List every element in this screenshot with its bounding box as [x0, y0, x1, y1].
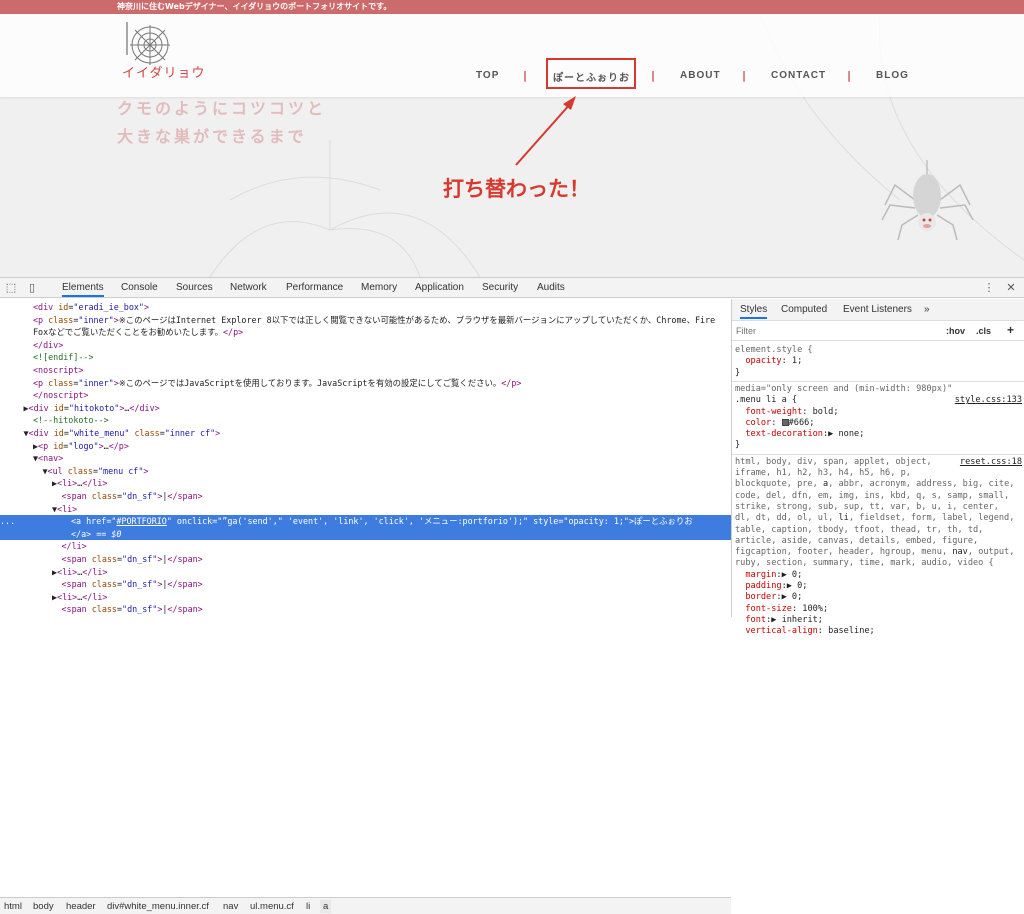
style-line[interactable]: color: #666; — [732, 418, 1024, 429]
style-line[interactable]: padding:▶ 0; — [732, 581, 1024, 592]
style-line[interactable]: figcaption, footer, header, hgroup, menu… — [732, 547, 1024, 558]
rule-separator — [732, 380, 1024, 382]
dom-node[interactable]: ▼<div id="white_menu" class="inner cf"> — [0, 427, 731, 440]
dom-node[interactable]: <span class="dn_sf">|</span> — [0, 578, 731, 591]
more-options-icon[interactable]: ⋮ — [982, 281, 996, 295]
tab-application[interactable]: Application — [415, 282, 464, 293]
dom-node[interactable]: <!--hitokoto--> — [0, 414, 731, 427]
style-line[interactable]: .menu li a {style.css:133 — [732, 395, 1024, 406]
breadcrumb: html body header div#white_menu.inner.cf nav… — [0, 897, 731, 914]
style-line[interactable]: media="only screen and (min-width: 980px… — [732, 384, 1024, 395]
breadcrumb-item[interactable]: html — [4, 901, 22, 912]
add-rule-icon[interactable]: + — [1007, 323, 1014, 337]
tab-audits[interactable]: Audits — [537, 282, 565, 293]
style-line[interactable]: html, body, div, span, applet, object, re… — [732, 457, 1024, 468]
styles-filter-input[interactable] — [736, 324, 936, 338]
dom-node[interactable]: ▼<li> — [0, 503, 731, 516]
styles-pane: Styles Computed Event Listeners » :hov .… — [732, 299, 1024, 637]
dom-node-selected[interactable]: <a href="#PORTFORIO" onclick="”ga('send'… — [0, 515, 731, 528]
style-line[interactable]: code, del, dfn, em, img, ins, kbd, q, s,… — [732, 491, 1024, 502]
close-icon[interactable]: ✕ — [1004, 281, 1018, 295]
devtools-panel: ⬚ ▯ Elements Console Sources Network Per… — [0, 277, 1024, 914]
style-line[interactable]: opacity: 1; — [732, 356, 1024, 367]
dom-node[interactable]: <div id="eradi_ie_box"> — [0, 301, 731, 314]
dom-node[interactable]: <span class="dn_sf">|</span> — [0, 490, 731, 503]
breadcrumb-item[interactable]: a — [320, 900, 332, 913]
rule-separator — [732, 453, 1024, 455]
style-line[interactable]: font-weight: bold; — [732, 407, 1024, 418]
style-line[interactable]: margin:▶ 0; — [732, 570, 1024, 581]
breadcrumb-item[interactable]: li — [306, 901, 310, 912]
tab-computed[interactable]: Computed — [781, 304, 827, 315]
tab-security[interactable]: Security — [482, 282, 518, 293]
dom-node[interactable]: <noscript> — [0, 364, 731, 377]
tab-event-listeners[interactable]: Event Listeners — [843, 304, 912, 315]
tab-sources[interactable]: Sources — [176, 282, 213, 293]
annotation-arrow-icon — [515, 96, 576, 166]
breadcrumb-item[interactable]: div#white_menu.inner.cf — [107, 901, 209, 912]
dom-node[interactable]: <![endif]--> — [0, 351, 731, 364]
style-line[interactable]: vertical-align: baseline; — [732, 626, 1024, 637]
dom-node-selected[interactable]: </a> == $0 — [0, 527, 731, 541]
dom-node[interactable]: ▼<nav> — [0, 452, 731, 465]
style-line[interactable]: dl, dt, dd, ol, ul, li, fieldset, form, … — [732, 513, 1024, 524]
styles-tabs: Styles Computed Event Listeners » — [732, 299, 1024, 321]
style-line[interactable]: } — [732, 368, 1024, 379]
style-line[interactable]: blockquote, pre, a, abbr, acronym, addre… — [732, 479, 1024, 490]
filter-row: :hov .cls + — [732, 321, 1024, 341]
dom-node[interactable]: ▶<p id="logo">…</p> — [0, 440, 731, 453]
tab-elements[interactable]: Elements — [62, 282, 104, 297]
hover-state-toggle[interactable]: :hov — [946, 326, 965, 336]
tab-styles[interactable]: Styles — [740, 304, 768, 319]
dom-node[interactable]: <p class="inner">※このページではJavaScriptを使用して… — [0, 377, 731, 390]
style-line[interactable]: border:▶ 0; — [732, 592, 1024, 603]
breadcrumb-item[interactable]: body — [33, 901, 54, 912]
dom-node[interactable]: </div> — [0, 339, 731, 352]
breadcrumb-item[interactable]: ul.menu.cf — [250, 901, 294, 912]
breadcrumb-item[interactable]: header — [66, 901, 96, 912]
style-line[interactable]: article, aside, canvas, details, embed, … — [732, 536, 1024, 547]
dom-node[interactable]: ▶<li>…</li> — [0, 591, 731, 604]
dom-tree[interactable]: <div id="eradi_ie_box"> <p class="inner">… — [0, 299, 731, 617]
dom-node[interactable]: <span class="dn_sf">|</span> — [0, 553, 731, 566]
dom-node[interactable]: </noscript> — [0, 389, 731, 402]
style-line[interactable]: element.style { — [732, 345, 1024, 356]
device-toolbar-icon[interactable]: ▯ — [25, 281, 39, 295]
stylesheet-link[interactable]: style.css:133 — [955, 395, 1022, 406]
dom-node[interactable]: Foxなどでご覧いただくことをお勧めいたします。</p> — [0, 326, 731, 339]
style-line[interactable]: strike, strong, sub, sup, tt, var, b, u,… — [732, 502, 1024, 513]
spider-mascot-icon — [881, 160, 974, 241]
stylesheet-link[interactable]: reset.css:18 — [960, 457, 1022, 468]
annotation-text: 打ち替わった！ — [443, 177, 590, 201]
tab-memory[interactable]: Memory — [361, 282, 397, 293]
class-toggle[interactable]: .cls — [976, 326, 991, 336]
dom-node[interactable]: ▼<ul class="menu cf"> — [0, 465, 731, 478]
website-preview: 神奈川に住むWebデザイナー、イイダリョウのポートフォリオサイトです。 イイダリ… — [0, 0, 1024, 277]
style-line[interactable]: ruby, section, summary, time, mark, audi… — [732, 558, 1024, 569]
style-line[interactable]: font:▶ inherit; — [732, 615, 1024, 626]
tab-performance[interactable]: Performance — [286, 282, 343, 293]
style-line[interactable]: } — [732, 440, 1024, 451]
dom-node[interactable]: ▶<li>…</li> — [0, 566, 731, 579]
style-line[interactable]: font-size: 100%; — [732, 604, 1024, 615]
style-line[interactable]: table, caption, tbody, tfoot, thead, tr,… — [732, 525, 1024, 536]
devtools-toolbar: ⬚ ▯ Elements Console Sources Network Per… — [0, 278, 1024, 298]
dom-node[interactable]: ▶<li>…</li> — [0, 477, 731, 490]
dom-node[interactable]: <p class="inner">※このページはInternet Explore… — [0, 314, 731, 327]
breadcrumb-item[interactable]: nav — [223, 901, 238, 912]
style-line[interactable]: text-decoration:▶ none; — [732, 429, 1024, 440]
dom-node[interactable]: </li> — [0, 540, 731, 553]
dom-node[interactable]: ▶<div id="hitokoto">…</div> — [0, 402, 731, 415]
more-tabs-icon[interactable]: » — [924, 304, 930, 315]
tab-network[interactable]: Network — [230, 282, 267, 293]
inspect-element-icon[interactable]: ⬚ — [4, 281, 18, 295]
style-line[interactable]: iframe, h1, h2, h3, h4, h5, h6, p, — [732, 468, 1024, 479]
dom-node[interactable]: <span class="dn_sf">|</span> — [0, 603, 731, 616]
tab-console[interactable]: Console — [121, 282, 158, 293]
